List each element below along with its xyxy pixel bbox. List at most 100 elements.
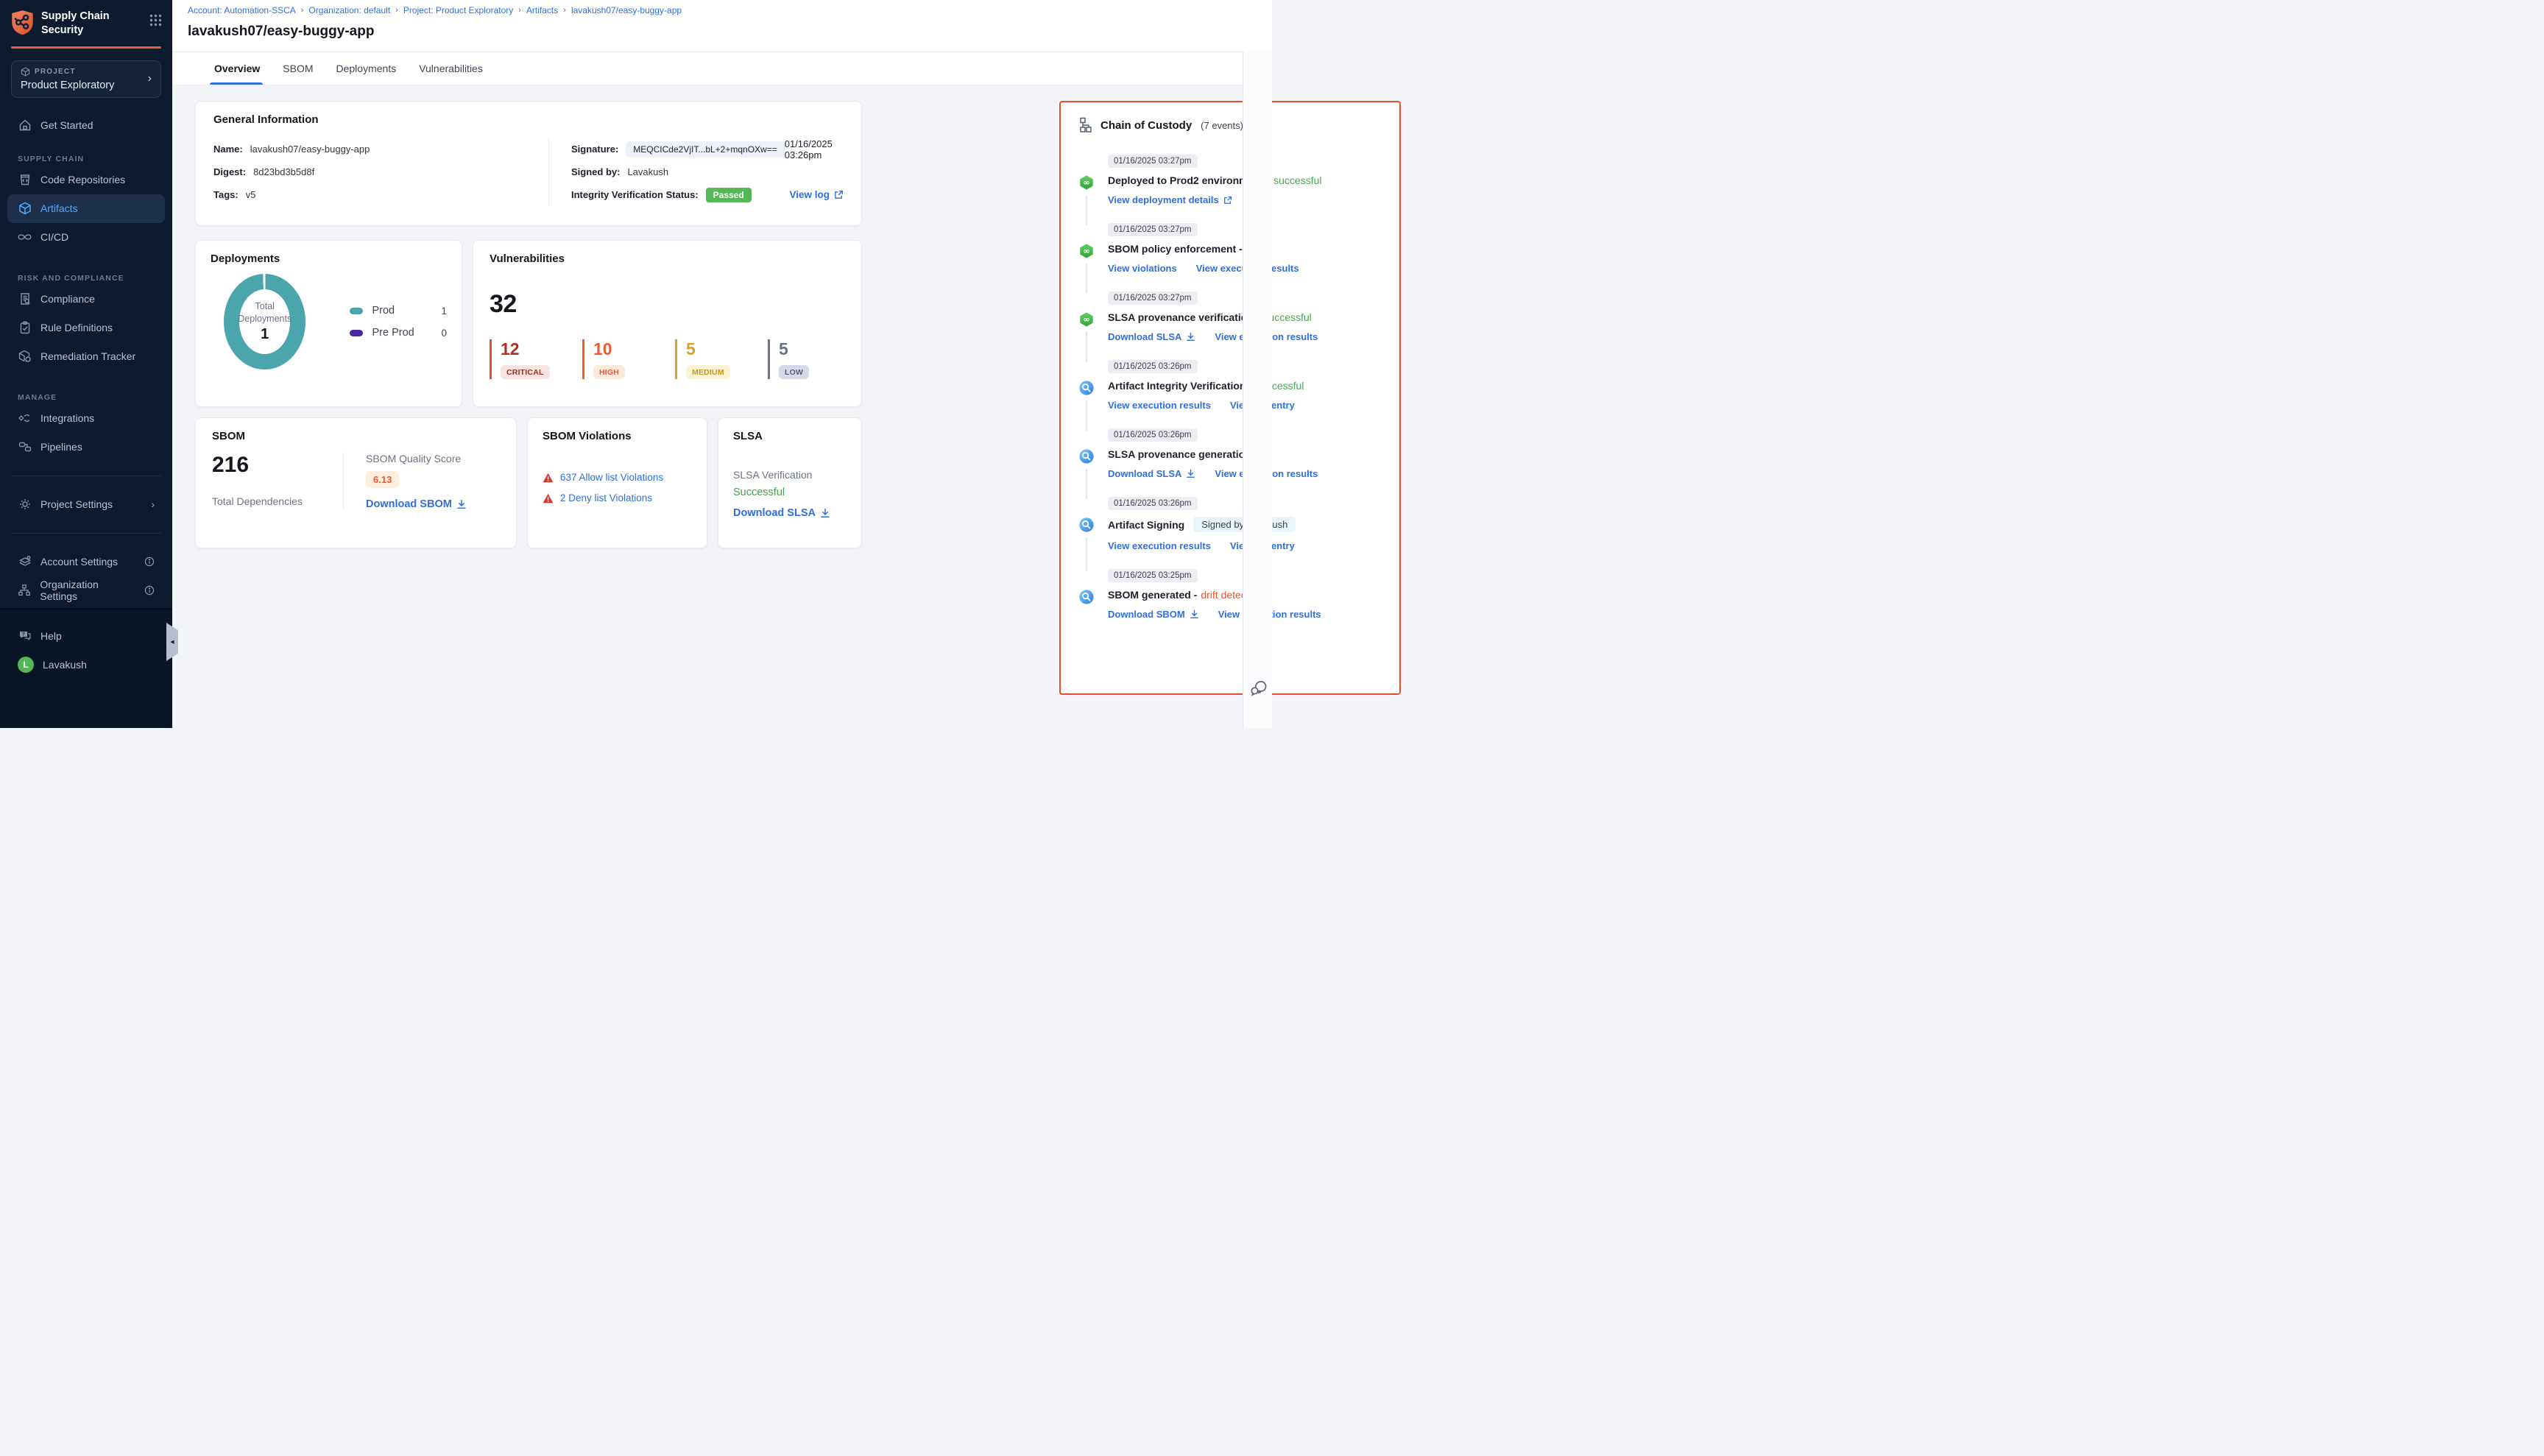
tab-deployments[interactable]: Deployments xyxy=(335,52,398,85)
tab-sbom[interactable]: SBOM xyxy=(281,52,314,85)
sidebar-item-help[interactable]: ? Help xyxy=(7,621,165,650)
sidebar: Supply Chain Security PROJECT Product Ex… xyxy=(0,0,172,728)
app-grid-icon[interactable] xyxy=(149,14,162,26)
svg-text:∞: ∞ xyxy=(1083,247,1089,256)
card-title: Vulnerabilities xyxy=(490,252,845,265)
event-title: SLSA provenance verification - xyxy=(1108,311,1259,323)
vulnerabilities-card: Vulnerabilities 32 12 CRITICAL 10 HIGH 5… xyxy=(473,240,862,407)
sidebar-footer: ? Help L Lavakush xyxy=(0,608,172,728)
artifact-cube-icon xyxy=(18,202,32,215)
sidebar-item-pipelines[interactable]: Pipelines xyxy=(7,433,165,462)
view-execution-results-link[interactable]: View execution results xyxy=(1108,400,1211,411)
link-label: Download SLSA xyxy=(1108,468,1181,479)
card-title: SBOM xyxy=(212,430,500,442)
breadcrumb-separator: › xyxy=(563,6,566,15)
severity-badge: HIGH xyxy=(593,365,625,379)
view-violations-link[interactable]: View violations xyxy=(1108,263,1177,274)
tab-overview[interactable]: Overview xyxy=(213,52,261,85)
pipeline-hexagon-icon: ∞ xyxy=(1078,174,1095,191)
project-selector-label: PROJECT xyxy=(35,68,76,76)
gear-icon xyxy=(18,498,32,511)
sidebar-item-compliance[interactable]: Compliance xyxy=(7,285,165,314)
breadcrumb: Account: Automation-SSCA › Organization:… xyxy=(188,5,682,15)
breadcrumb-organization[interactable]: Organization: default xyxy=(308,5,390,15)
chat-feedback-icon[interactable] xyxy=(1249,679,1267,697)
donut-center-label: Deployments xyxy=(238,313,292,325)
right-rail xyxy=(1243,52,1272,728)
timeline-event-sbom-policy: 01/16/2025 03:27pm ∞ SBOM policy enforce… xyxy=(1078,222,1382,274)
brand: Supply Chain Security xyxy=(0,0,172,38)
download-slsa-link[interactable]: Download SLSA xyxy=(733,507,830,519)
document-search-icon xyxy=(18,292,32,305)
sidebar-item-cicd[interactable]: CI/CD xyxy=(7,223,165,252)
timeline-event-artifact-integrity: 01/16/2025 03:26pm Artifact Integrity Ve… xyxy=(1078,359,1382,411)
chain-of-custody-count: (7 events) xyxy=(1201,120,1243,131)
severity-badge: MEDIUM xyxy=(686,365,730,379)
allow-list-violations-link[interactable]: 637 Allow list Violations xyxy=(560,472,663,483)
sidebar-item-integrations[interactable]: Integrations xyxy=(7,404,165,433)
breadcrumb-account[interactable]: Account: Automation-SSCA xyxy=(188,5,296,15)
legend-item-preprod: Pre Prod 0 xyxy=(350,327,447,339)
sidebar-item-organization-settings[interactable]: Organization Settings xyxy=(7,576,165,605)
clipboard-check-icon xyxy=(18,321,32,334)
download-icon xyxy=(1190,609,1199,619)
scan-circle-icon xyxy=(1078,380,1095,396)
timeline-event-sbom-generated: 01/16/2025 03:25pm SBOM generated - drif… xyxy=(1078,568,1382,620)
view-execution-results-link[interactable]: View execution results xyxy=(1108,540,1211,551)
legend-value: 1 xyxy=(441,305,447,317)
download-sbom-link[interactable]: Download SBOM xyxy=(366,498,467,510)
app-title: Supply Chain Security xyxy=(41,10,110,38)
sidebar-item-get-started[interactable]: Get Started xyxy=(7,111,165,140)
legend-label: Prod xyxy=(372,305,422,317)
event-title: Artifact Integrity Verification - xyxy=(1108,380,1252,392)
event-timestamp: 01/16/2025 03:26pm xyxy=(1108,360,1198,373)
severity-count: 12 xyxy=(501,339,582,359)
view-log-link[interactable]: View log xyxy=(789,189,844,200)
field-value: 8d23bd3b5d8f xyxy=(253,166,314,177)
field-label: Name: xyxy=(213,144,243,155)
sidebar-item-artifacts[interactable]: Artifacts xyxy=(7,194,165,223)
shield-logo-icon xyxy=(11,10,34,35)
tab-vulnerabilities[interactable]: Vulnerabilities xyxy=(417,52,484,85)
signature-date: 01/16/2025 03:26pm xyxy=(785,138,844,160)
breadcrumb-project[interactable]: Project: Product Exploratory xyxy=(403,5,513,15)
pipelines-icon xyxy=(18,440,32,453)
tab-bar: Overview SBOM Deployments Vulnerabilitie… xyxy=(213,52,484,85)
event-timestamp: 01/16/2025 03:27pm xyxy=(1108,291,1198,305)
view-deployment-details-link[interactable]: View deployment details xyxy=(1108,194,1232,205)
scan-circle-icon xyxy=(1078,589,1095,605)
download-slsa-link[interactable]: Download SLSA xyxy=(1108,468,1195,479)
breadcrumb-current[interactable]: lavakush07/easy-buggy-app xyxy=(571,5,682,15)
infinity-icon xyxy=(18,233,32,241)
sidebar-item-label: CI/CD xyxy=(40,231,68,243)
sidebar-item-project-settings[interactable]: Project Settings › xyxy=(7,490,165,519)
deny-list-violations-link[interactable]: 2 Deny list Violations xyxy=(560,492,652,503)
breadcrumb-artifacts[interactable]: Artifacts xyxy=(526,5,558,15)
severity-low: 5 LOW xyxy=(768,339,809,379)
sidebar-item-account-settings[interactable]: Account Settings xyxy=(7,548,165,576)
sidebar-item-label: Organization Settings xyxy=(40,579,135,602)
home-icon xyxy=(18,119,32,132)
sidebar-user[interactable]: L Lavakush xyxy=(7,650,165,679)
code-repo-icon xyxy=(18,173,32,186)
sidebar-item-remediation-tracker[interactable]: Remediation Tracker xyxy=(7,342,165,371)
download-sbom-link[interactable]: Download SBOM xyxy=(1108,609,1199,620)
pipeline-hexagon-icon: ∞ xyxy=(1078,243,1095,259)
timeline-event-deployed-prod2: 01/16/2025 03:27pm ∞ Deployed to Prod2 e… xyxy=(1078,154,1382,205)
legend-item-prod: Prod 1 xyxy=(350,305,447,317)
deployments-legend: Prod 1 Pre Prod 0 xyxy=(350,294,447,349)
severity-critical: 12 CRITICAL xyxy=(490,339,582,379)
download-slsa-link[interactable]: Download SLSA xyxy=(1108,331,1195,342)
sidebar-nav: Get Started SUPPLY CHAIN Code Repositori… xyxy=(0,111,172,605)
scan-circle-icon xyxy=(1078,517,1095,533)
sbom-violations-card: SBOM Violations 637 Allow list Violation… xyxy=(527,417,707,548)
chain-of-custody-timeline: 01/16/2025 03:27pm ∞ Deployed to Prod2 e… xyxy=(1078,154,1382,620)
sidebar-item-label: Rule Definitions xyxy=(40,322,113,333)
project-selector[interactable]: PROJECT Product Exploratory › xyxy=(11,60,161,98)
sidebar-item-code-repositories[interactable]: Code Repositories xyxy=(7,166,165,194)
link-label: Download SBOM xyxy=(366,498,452,510)
sidebar-item-rule-definitions[interactable]: Rule Definitions xyxy=(7,314,165,342)
field-label: Signature: xyxy=(571,144,618,155)
card-title: SBOM Violations xyxy=(543,430,692,442)
sbom-total: 216 xyxy=(212,453,343,478)
